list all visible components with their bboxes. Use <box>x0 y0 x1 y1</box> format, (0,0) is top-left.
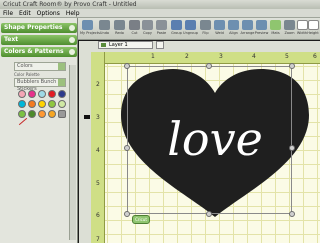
swatch-no-color[interactable] <box>58 110 66 118</box>
section-text[interactable]: Text <box>1 35 77 45</box>
swatch[interactable] <box>18 90 26 98</box>
height-icon <box>307 20 319 30</box>
swatch[interactable] <box>58 100 66 108</box>
chevron-down-icon <box>58 79 65 86</box>
mat-badge: Cricut <box>132 215 150 224</box>
paste-button[interactable]: Paste <box>154 19 169 38</box>
swatch[interactable] <box>48 90 56 98</box>
folder-icon <box>82 20 93 30</box>
menu-edit[interactable]: Edit <box>19 9 31 17</box>
menu-bar: File Edit Options Help <box>0 9 320 18</box>
group-icon <box>171 20 182 30</box>
redo-icon <box>114 20 125 30</box>
height-field[interactable]: Height <box>307 19 319 38</box>
preview-button[interactable]: Preview <box>254 19 269 38</box>
weld-button[interactable]: Weld <box>212 19 227 38</box>
resize-handle[interactable] <box>206 211 212 217</box>
chevron-down-icon <box>58 63 65 70</box>
copy-icon <box>142 20 153 30</box>
collapse-icon <box>69 49 75 55</box>
resize-handle[interactable] <box>124 145 130 151</box>
swatch[interactable] <box>38 90 46 98</box>
ruler-top-label: 5 <box>285 53 289 60</box>
section-shape-properties[interactable]: Shape Properties <box>1 23 77 33</box>
paste-icon <box>156 20 167 30</box>
ruler-top-label: 3 <box>219 53 223 60</box>
mats-button[interactable]: Mats <box>268 19 283 38</box>
panel-scrollbar[interactable] <box>69 65 76 240</box>
arrange-icon <box>242 20 253 30</box>
ungroup-icon <box>185 20 196 30</box>
swatch[interactable] <box>38 100 46 108</box>
add-tab-button[interactable] <box>156 41 164 49</box>
resize-handle[interactable] <box>289 63 295 69</box>
my-projects-button[interactable]: My Projects <box>80 19 100 38</box>
layer-icon <box>101 43 106 47</box>
ungroup-button[interactable]: Ungroup <box>183 19 198 38</box>
zoom-icon <box>284 20 295 30</box>
weld-icon <box>214 20 225 30</box>
menu-options[interactable]: Options <box>37 9 60 17</box>
align-button[interactable]: Align <box>226 19 241 38</box>
palette-select[interactable]: Bubblers Bunch Stickers <box>14 78 66 92</box>
ruler-top-label: 1 <box>151 53 155 60</box>
ruler-left-label: 5 <box>96 180 100 187</box>
resize-handle[interactable] <box>124 211 130 217</box>
ruler-left-label: 6 <box>96 212 100 219</box>
align-icon <box>228 20 239 30</box>
undo-icon <box>99 20 110 30</box>
swatch[interactable] <box>28 90 36 98</box>
group-button[interactable]: Group <box>169 19 184 38</box>
flip-icon <box>200 20 211 30</box>
resize-handle[interactable] <box>289 145 295 151</box>
width-icon <box>296 20 308 30</box>
undo-button[interactable]: Undo <box>97 19 112 38</box>
section-colors-patterns[interactable]: Colors & Patterns <box>1 47 77 57</box>
window-title: Cricut Craft Room® by Provo Craft - Unti… <box>0 0 320 9</box>
ruler-top-label: 2 <box>185 53 189 60</box>
swatch[interactable] <box>48 100 56 108</box>
swatch[interactable] <box>18 100 26 108</box>
resize-handle[interactable] <box>124 63 130 69</box>
swatch[interactable] <box>38 110 46 118</box>
expand-icon <box>69 37 75 43</box>
swatch[interactable] <box>18 110 26 118</box>
resize-handle[interactable] <box>206 63 212 69</box>
mat-edge-marker <box>84 115 90 119</box>
swatch[interactable] <box>58 90 66 98</box>
ruler-top-label: 6 <box>313 53 317 60</box>
toolbar: My Projects Undo Redo Cut Copy Paste Gro… <box>78 18 320 40</box>
zoom-button[interactable]: Zoom <box>282 19 297 38</box>
swatch[interactable] <box>28 110 36 118</box>
redo-button[interactable]: Redo <box>112 19 127 38</box>
palette-label: Color Palette <box>14 72 40 77</box>
swatch[interactable] <box>28 100 36 108</box>
copy-button[interactable]: Copy <box>140 19 155 38</box>
menu-help[interactable]: Help <box>66 9 80 17</box>
preview-icon <box>256 20 267 30</box>
mode-select[interactable]: Colors <box>14 62 66 71</box>
resize-handle[interactable] <box>289 211 295 217</box>
swatch[interactable] <box>48 110 56 118</box>
arrange-button[interactable]: Arrange <box>240 19 255 38</box>
ruler-left-label: 7 <box>96 236 100 243</box>
scissors-icon <box>129 20 140 30</box>
mat-icon <box>270 20 281 30</box>
flip-button[interactable]: Flip <box>198 19 213 38</box>
ruler-left-label: 4 <box>96 147 100 154</box>
ruler-left-label: 3 <box>96 114 100 121</box>
layer-tabs: Layer 1 <box>98 41 218 49</box>
selection-box <box>127 66 292 214</box>
ruler-top-label: 4 <box>252 53 256 60</box>
ruler-left-label: 2 <box>96 81 100 88</box>
expand-icon <box>69 25 75 31</box>
menu-file[interactable]: File <box>3 9 13 17</box>
tab-layer-1[interactable]: Layer 1 <box>98 41 153 49</box>
